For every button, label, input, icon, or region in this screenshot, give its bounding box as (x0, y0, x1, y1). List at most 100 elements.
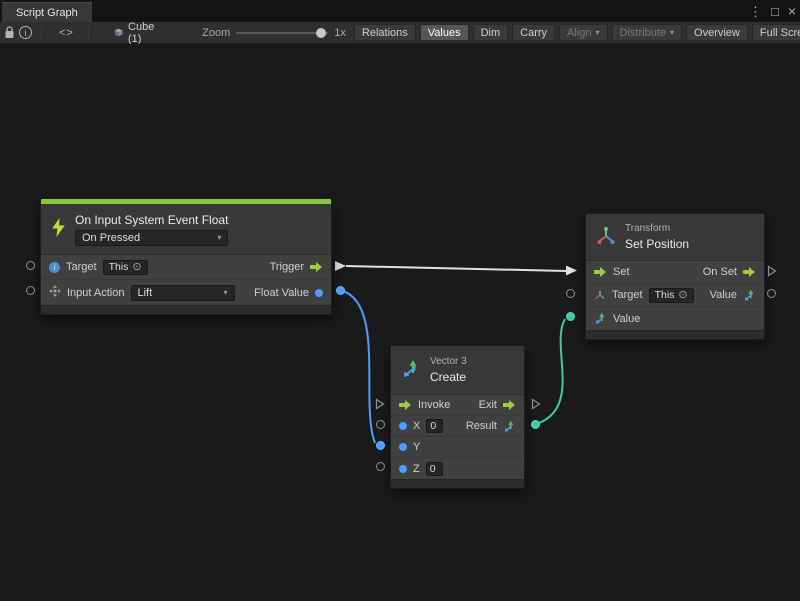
node-footer (41, 305, 331, 314)
port-vector3-invoke-in[interactable] (375, 398, 385, 410)
input-action-icon (49, 285, 61, 300)
port-vector3-y-in[interactable] (376, 441, 385, 450)
control-arrow-icon (743, 267, 756, 277)
cube-icon (114, 26, 123, 39)
self-scope-icon: ⊙ (678, 290, 687, 301)
wire-trigger-to-set[interactable] (346, 266, 566, 271)
control-arrow-icon (399, 400, 412, 410)
close-icon[interactable]: × (788, 4, 796, 18)
node-on-input-system-event-float[interactable]: On Input System Event Float On Pressed ▾… (40, 198, 332, 315)
maximize-icon[interactable]: □ (771, 5, 779, 18)
vector3-icon (401, 359, 421, 382)
chevron-down-icon: ▾ (596, 28, 600, 37)
x-value-field[interactable] (426, 419, 443, 433)
graph-toolbar: i <> Cube (1) Zoom 1x Relations Values D… (0, 22, 800, 44)
port-event-target-in[interactable] (26, 261, 35, 270)
target-port-label: Target (66, 261, 97, 273)
port-event-floatvalue-out[interactable] (336, 286, 345, 295)
values-button[interactable]: Values (420, 24, 469, 41)
graph-canvas[interactable]: On Input System Event Float On Pressed ▾… (0, 44, 800, 601)
tab-script-graph[interactable]: Script Graph (2, 2, 92, 22)
port-transform-onset-out[interactable] (767, 265, 777, 277)
input-action-dropdown[interactable]: Lift ▾ (131, 285, 235, 301)
transform-icon (596, 226, 616, 249)
info-icon[interactable]: i (19, 24, 32, 42)
self-scope-icon: ⊙ (132, 262, 141, 273)
align-button[interactable]: Align▾ (559, 24, 607, 41)
chevron-down-icon: ▾ (217, 233, 221, 242)
zoom-slider-knob[interactable] (316, 28, 326, 38)
lightning-icon (51, 218, 66, 240)
port-transform-value-out[interactable] (767, 289, 776, 298)
port-event-action-in[interactable] (26, 286, 35, 295)
result-port-label: Result (466, 420, 497, 432)
node-vector3-create[interactable]: Vector 3 Create Invoke Exit (390, 345, 525, 489)
overview-button[interactable]: Overview (686, 24, 748, 41)
tab-bar: Script Graph ⋮ □ × (0, 0, 800, 22)
vector3-node-header: Vector 3 Create (391, 346, 524, 394)
node-title: Create (430, 370, 467, 384)
set-port-label: Set (613, 266, 630, 278)
event-mode-dropdown[interactable]: On Pressed ▾ (75, 230, 228, 246)
transform-node-header: Transform Set Position (586, 214, 764, 260)
gameobject-icon: i (49, 262, 60, 273)
float-type-icon (399, 443, 407, 451)
zoom-value: 1x (334, 27, 346, 39)
target-value-chip[interactable]: This ⊙ (649, 288, 694, 303)
z-value-field[interactable] (426, 462, 443, 476)
control-arrow-icon (503, 400, 516, 410)
port-vector3-x-in[interactable] (376, 420, 385, 429)
target-value-chip[interactable]: This ⊙ (103, 260, 148, 275)
node-footer (391, 479, 524, 488)
node-transform-set-position[interactable]: Transform Set Position Set On Set (585, 213, 765, 340)
vector3-invoke-row: Invoke Exit (391, 395, 524, 416)
node-title: Set Position (625, 237, 689, 251)
zoom-slider-track (236, 32, 328, 34)
trigger-out-port[interactable] (335, 261, 346, 271)
trigger-port-label: Trigger (270, 261, 304, 273)
relations-button[interactable]: Relations (354, 24, 416, 41)
on-set-port-label: On Set (703, 266, 737, 278)
transform-value-row: Value (586, 307, 764, 330)
port-vector3-exit-out[interactable] (531, 398, 541, 410)
port-transform-target-in[interactable] (566, 289, 575, 298)
port-vector3-z-in[interactable] (376, 462, 385, 471)
transform-target-row: Target This ⊙ Value (586, 284, 764, 307)
input-action-port-label: Input Action (67, 287, 125, 299)
toolbar-separator (41, 26, 42, 40)
exit-port-label: Exit (479, 399, 497, 411)
node-subtitle: Transform (625, 223, 689, 234)
distribute-button[interactable]: Distribute▾ (612, 24, 682, 41)
transform-type-icon (594, 289, 606, 301)
full-screen-button[interactable]: Full Screen (752, 24, 800, 41)
graph-target[interactable]: Cube (1) (114, 21, 158, 45)
wire-result-to-value[interactable] (539, 319, 565, 423)
float-value-port-label: Float Value (254, 287, 309, 299)
invoke-port-label: Invoke (418, 399, 450, 411)
float-type-icon (315, 289, 323, 297)
event-node-header: On Input System Event Float On Pressed ▾ (41, 204, 331, 254)
zoom-control: Zoom 1x (202, 27, 346, 39)
port-vector3-result-out[interactable] (531, 420, 540, 429)
window-controls: ⋮ □ × (749, 0, 796, 22)
lock-icon[interactable] (4, 24, 15, 42)
toolbar-separator (88, 26, 89, 40)
code-view-icon[interactable]: <> (59, 24, 74, 42)
carry-button[interactable]: Carry (512, 24, 555, 41)
chevron-down-icon: ▾ (670, 28, 674, 37)
port-transform-value-in[interactable] (566, 312, 575, 321)
value-in-port-label: Value (613, 313, 640, 325)
vector3-type-icon (743, 289, 756, 302)
script-graph-window: Script Graph ⋮ □ × i <> Cube (1) Zoom (0, 0, 800, 601)
set-in-port[interactable] (566, 266, 577, 276)
z-port-label: Z (413, 463, 420, 475)
menu-icon[interactable]: ⋮ (749, 5, 762, 18)
node-footer (586, 330, 764, 339)
vector3-x-row: X Result (391, 416, 524, 437)
zoom-slider[interactable] (236, 27, 328, 39)
dim-button[interactable]: Dim (473, 24, 509, 41)
y-port-label: Y (413, 441, 420, 453)
wire-floatvalue-to-y[interactable] (343, 291, 375, 443)
value-out-port-label: Value (710, 289, 737, 301)
x-port-label: X (413, 420, 420, 432)
